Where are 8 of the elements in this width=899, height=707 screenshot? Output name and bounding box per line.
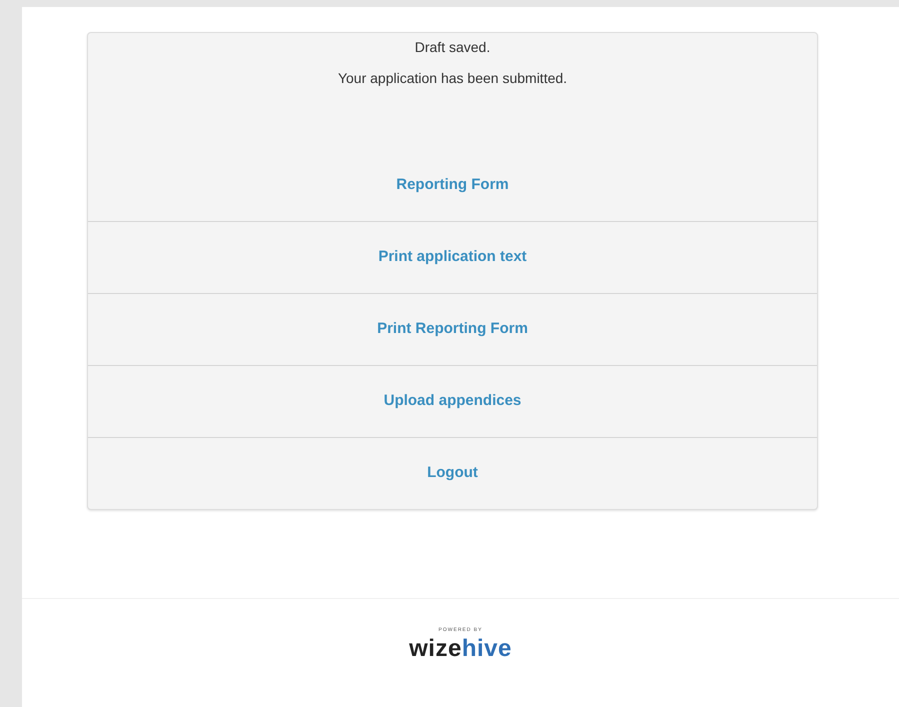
- action-link[interactable]: Print application text: [378, 246, 527, 269]
- status-message: Your application has been submitted.: [338, 69, 568, 88]
- action-link[interactable]: Upload appendices: [384, 390, 522, 413]
- action-link[interactable]: Print Reporting Form: [377, 318, 528, 341]
- logo: wizehive: [409, 634, 512, 662]
- action-link[interactable]: Reporting Form: [396, 174, 509, 196]
- status-message: Draft saved.: [414, 38, 490, 57]
- action-link[interactable]: Logout: [427, 462, 478, 485]
